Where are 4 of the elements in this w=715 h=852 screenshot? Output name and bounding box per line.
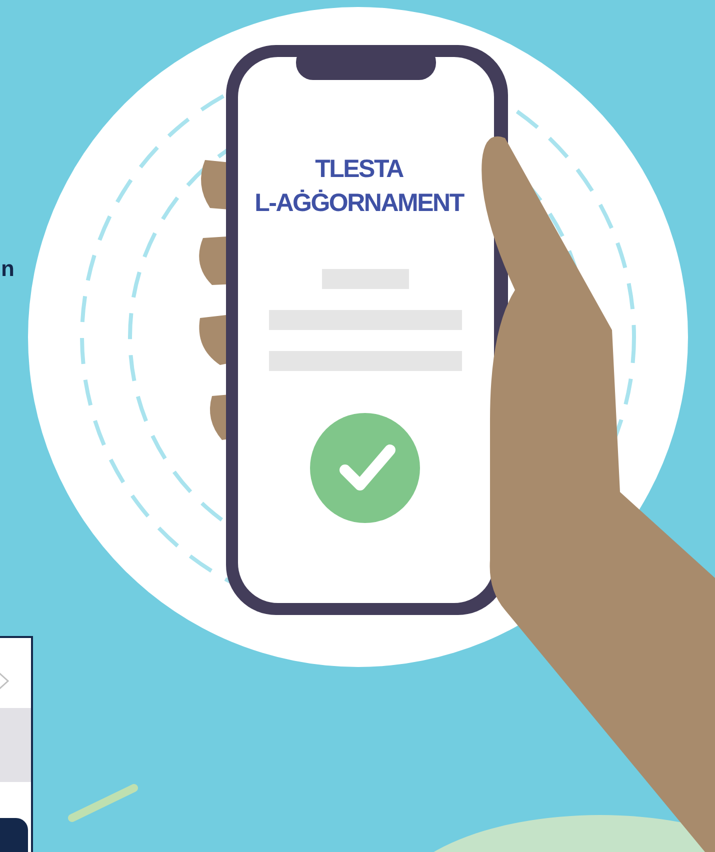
screen-title: L-AĠĠORNAMENT [254, 188, 464, 219]
side-text: n [1, 258, 14, 280]
screen-title: TLESTA [315, 154, 403, 185]
stick-shape [68, 784, 138, 822]
